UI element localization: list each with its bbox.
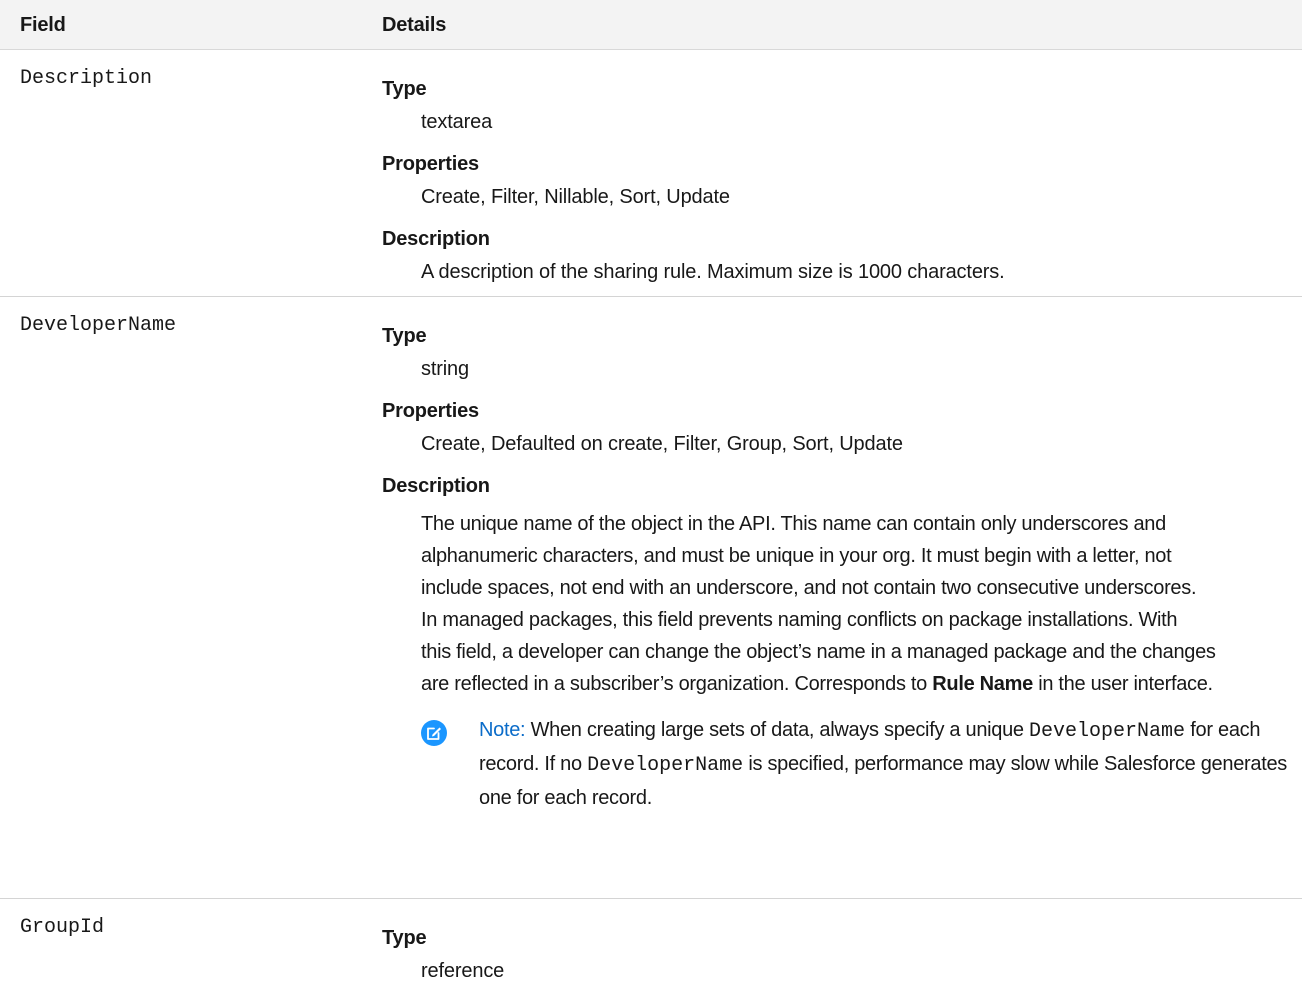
code-developername: DeveloperName: [587, 754, 744, 777]
column-header-details: Details: [382, 14, 447, 36]
field-details: Type string Properties Create, Defaulted…: [382, 325, 1297, 814]
note-text-part: When creating large sets of data, always…: [525, 719, 1030, 741]
type-value: reference: [421, 960, 505, 982]
code-developername: DeveloperName: [1029, 720, 1186, 743]
type-label: Type: [382, 78, 427, 100]
field-details: Type textarea Properties Create, Filter,…: [382, 78, 1297, 283]
description-label: Description: [382, 228, 490, 250]
description-line: this field, a developer can change the o…: [421, 641, 1216, 663]
description-line: include spaces, not end with an undersco…: [421, 577, 1197, 599]
column-header-field: Field: [20, 14, 66, 36]
description-line: In managed packages, this field prevents…: [421, 609, 1178, 631]
edit-note-icon: [421, 720, 447, 746]
type-value: string: [421, 358, 470, 380]
description-line: are reflected in a subscriber’s organiza…: [421, 673, 927, 695]
type-label: Type: [382, 325, 427, 347]
properties-value: Create, Defaulted on create, Filter, Gro…: [421, 433, 903, 455]
table-row-description: Description Type textarea Properties Cre…: [0, 50, 1302, 297]
properties-label: Properties: [382, 400, 479, 422]
properties-value: Create, Filter, Nillable, Sort, Update: [421, 186, 730, 208]
note-label: Note:: [479, 719, 526, 741]
note-callout: Note: When creating large sets of data, …: [421, 714, 1297, 814]
description-value: The unique name of the object in the API…: [421, 508, 1297, 700]
field-details: Type reference: [382, 927, 1297, 982]
field-name: DeveloperName: [20, 314, 177, 337]
note-text: Note: When creating large sets of data, …: [479, 714, 1297, 814]
table-row-developername: DeveloperName Type string Properties Cre…: [0, 297, 1302, 899]
field-name: GroupId: [20, 916, 105, 939]
type-value: textarea: [421, 111, 493, 133]
description-value: A description of the sharing rule. Maxim…: [421, 261, 1005, 283]
field-name: Description: [20, 67, 153, 90]
table-header: Field Details: [0, 0, 1302, 50]
description-line: alphanumeric characters, and must be uni…: [421, 545, 1172, 567]
description-tail: in the user interface.: [1032, 673, 1213, 695]
rule-name-emphasis: Rule Name: [932, 673, 1033, 695]
type-label: Type: [382, 927, 427, 949]
description-line: The unique name of the object in the API…: [421, 513, 1166, 535]
description-label: Description: [382, 475, 490, 497]
field-reference-table: Field Details Description Type textarea …: [0, 0, 1302, 1001]
properties-label: Properties: [382, 153, 479, 175]
table-row-groupid: GroupId Type reference: [0, 899, 1302, 1001]
